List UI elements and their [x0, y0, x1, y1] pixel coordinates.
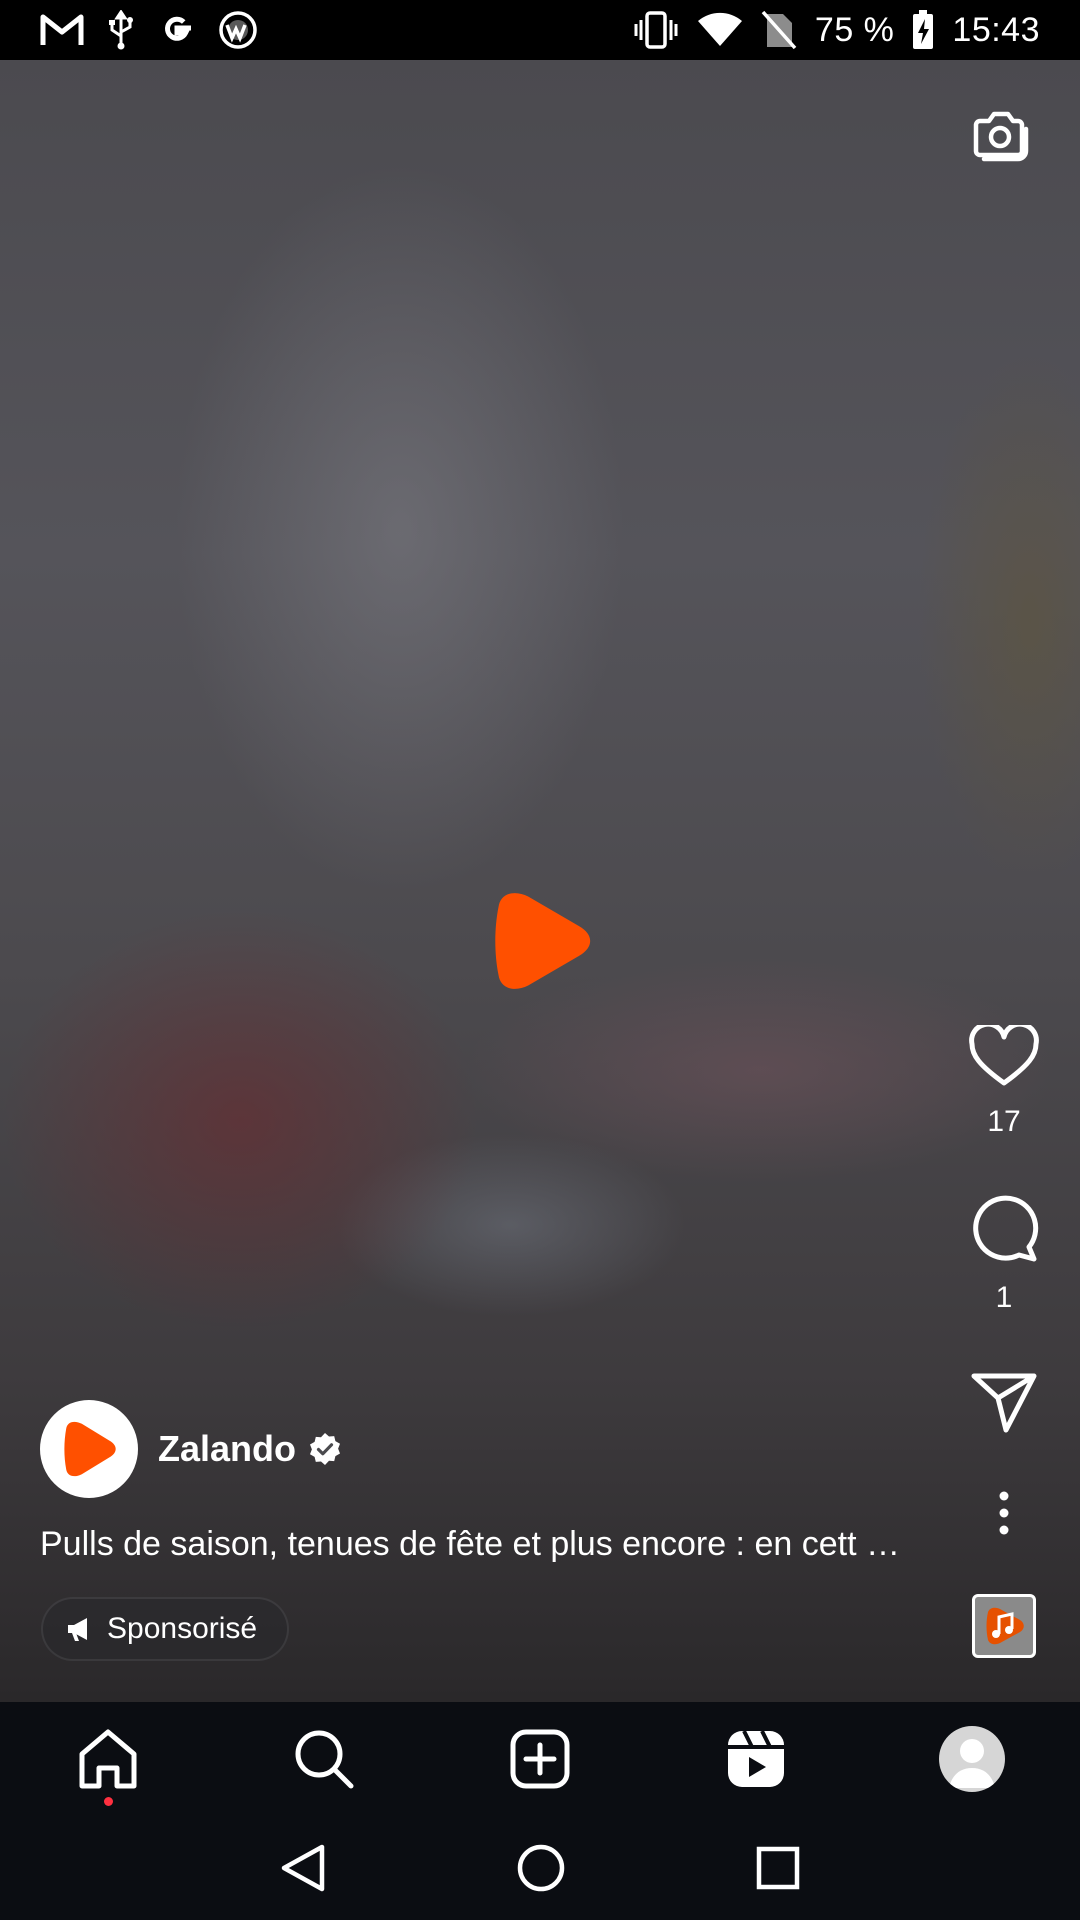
like-button[interactable]: 17 — [962, 1025, 1046, 1139]
author-name[interactable]: Zalando — [158, 1428, 296, 1470]
comment-button[interactable]: 1 — [962, 1195, 1046, 1315]
home-icon — [79, 1729, 137, 1789]
battery-charging-icon — [912, 10, 934, 50]
usb-icon — [106, 10, 136, 50]
clock: 15:43 — [952, 10, 1040, 49]
post-caption[interactable]: Pulls de saison, tenues de fête et plus … — [40, 1525, 940, 1564]
bottom-nav — [0, 1702, 1080, 1816]
battery-percent: 75 % — [814, 10, 895, 49]
gmail-icon — [40, 13, 84, 47]
home-circle-icon[interactable] — [516, 1843, 566, 1893]
status-bar: 75 % 15:43 — [0, 0, 1080, 60]
sponsored-badge[interactable]: Sponsorisé — [41, 1597, 290, 1661]
google-icon — [158, 11, 196, 49]
verified-badge-icon — [308, 1432, 342, 1466]
original-audio-button[interactable] — [972, 1594, 1036, 1658]
author-avatar[interactable] — [40, 1400, 138, 1498]
comment-icon — [973, 1195, 1039, 1262]
nav-create[interactable] — [480, 1709, 600, 1809]
system-navigation-bar — [0, 1816, 1080, 1920]
camera-icon[interactable] — [968, 103, 1032, 167]
status-left — [40, 10, 258, 50]
send-icon — [971, 1373, 1037, 1433]
zalando-logo-icon — [64, 1421, 116, 1477]
back-icon[interactable] — [280, 1843, 326, 1893]
more-options-button[interactable] — [962, 1490, 1046, 1536]
profile-avatar — [939, 1726, 1005, 1792]
more-vertical-icon — [999, 1491, 1009, 1535]
no-sim-icon — [761, 10, 797, 50]
recents-icon[interactable] — [756, 1846, 800, 1890]
nav-profile[interactable] — [912, 1709, 1032, 1809]
search-icon — [295, 1730, 354, 1789]
nav-home[interactable] — [48, 1709, 168, 1809]
heart-icon — [969, 1025, 1039, 1086]
nav-reels[interactable] — [696, 1709, 816, 1809]
status-right: 75 % 15:43 — [633, 10, 1040, 50]
share-button[interactable] — [962, 1372, 1046, 1434]
music-note-icon — [986, 1607, 1024, 1645]
home-notification-dot — [104, 1797, 113, 1806]
vpn-icon — [218, 10, 258, 50]
comment-count: 1 — [995, 1281, 1013, 1314]
brand-play-logo — [495, 893, 591, 989]
vibrate-icon — [633, 10, 679, 50]
create-icon — [510, 1729, 570, 1789]
reels-icon — [728, 1730, 784, 1787]
nav-search[interactable] — [264, 1709, 384, 1809]
sponsored-label: Sponsorisé — [107, 1612, 258, 1645]
like-count: 17 — [987, 1105, 1021, 1138]
author-row[interactable]: Zalando — [40, 1400, 342, 1498]
megaphone-icon — [65, 1614, 95, 1644]
reels-screen: 75 % 15:43 17 1 Zalando Pulls de saison,… — [0, 0, 1080, 1920]
wifi-icon — [697, 12, 743, 48]
